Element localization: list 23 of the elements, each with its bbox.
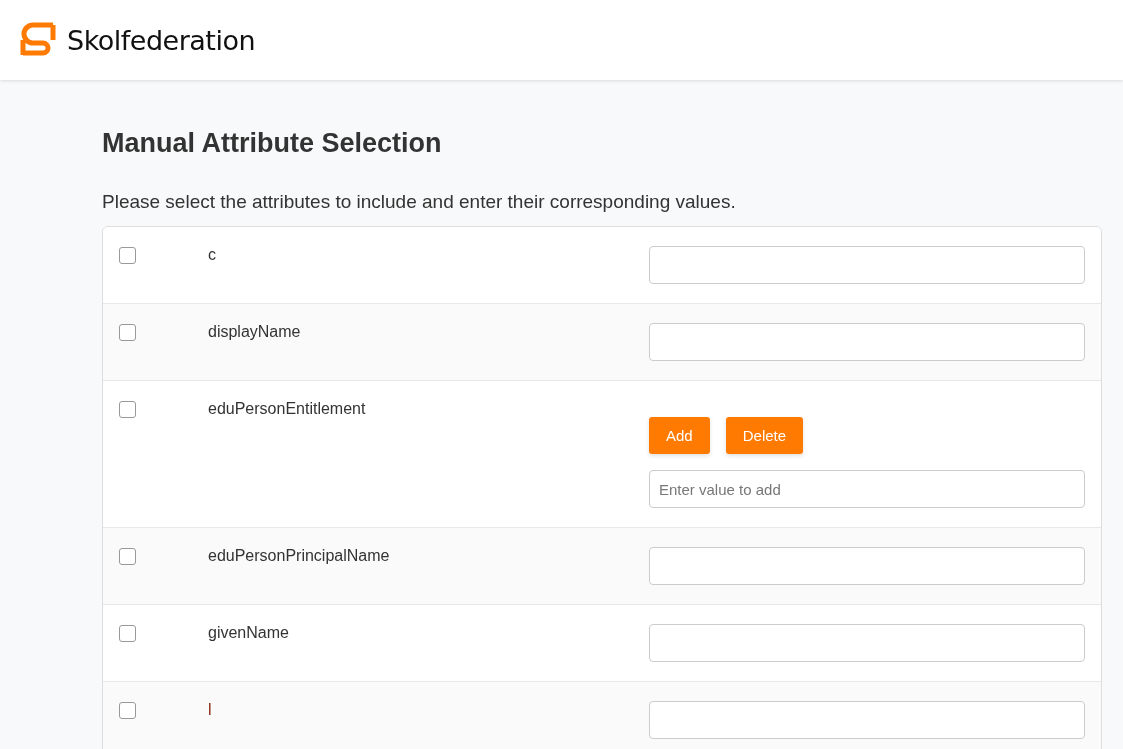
value-input[interactable] — [649, 701, 1085, 739]
attribute-name: l — [208, 701, 213, 719]
attribute-name: eduPersonPrincipalName — [208, 547, 391, 565]
attribute-checkbox[interactable] — [119, 401, 136, 418]
page-heading: Manual Attribute Selection — [102, 128, 443, 159]
value-input[interactable] — [649, 624, 1085, 662]
value-input[interactable] — [649, 547, 1085, 585]
add-button[interactable]: Add — [649, 417, 710, 454]
attribute-name: givenName — [208, 624, 290, 642]
value-input[interactable]: Enter value to add — [649, 470, 1085, 508]
attribute-checkbox[interactable] — [119, 247, 136, 264]
value-input[interactable] — [649, 323, 1085, 361]
delete-button[interactable]: Delete — [725, 417, 804, 454]
attribute-checkbox[interactable] — [119, 625, 136, 642]
brand-name: Skolfederation — [67, 24, 256, 56]
attribute-name: displayName — [208, 323, 302, 341]
value-input[interactable] — [649, 246, 1085, 284]
attribute-checkbox[interactable] — [119, 548, 136, 565]
intro-text: Please select the attributes to include and enter their corresponding values. — [102, 191, 737, 213]
attribute-name: c — [208, 246, 217, 264]
attribute-checkbox[interactable] — [119, 324, 136, 341]
attribute-checkbox[interactable] — [119, 702, 136, 719]
attribute-name: eduPersonEntitlement — [208, 400, 367, 418]
